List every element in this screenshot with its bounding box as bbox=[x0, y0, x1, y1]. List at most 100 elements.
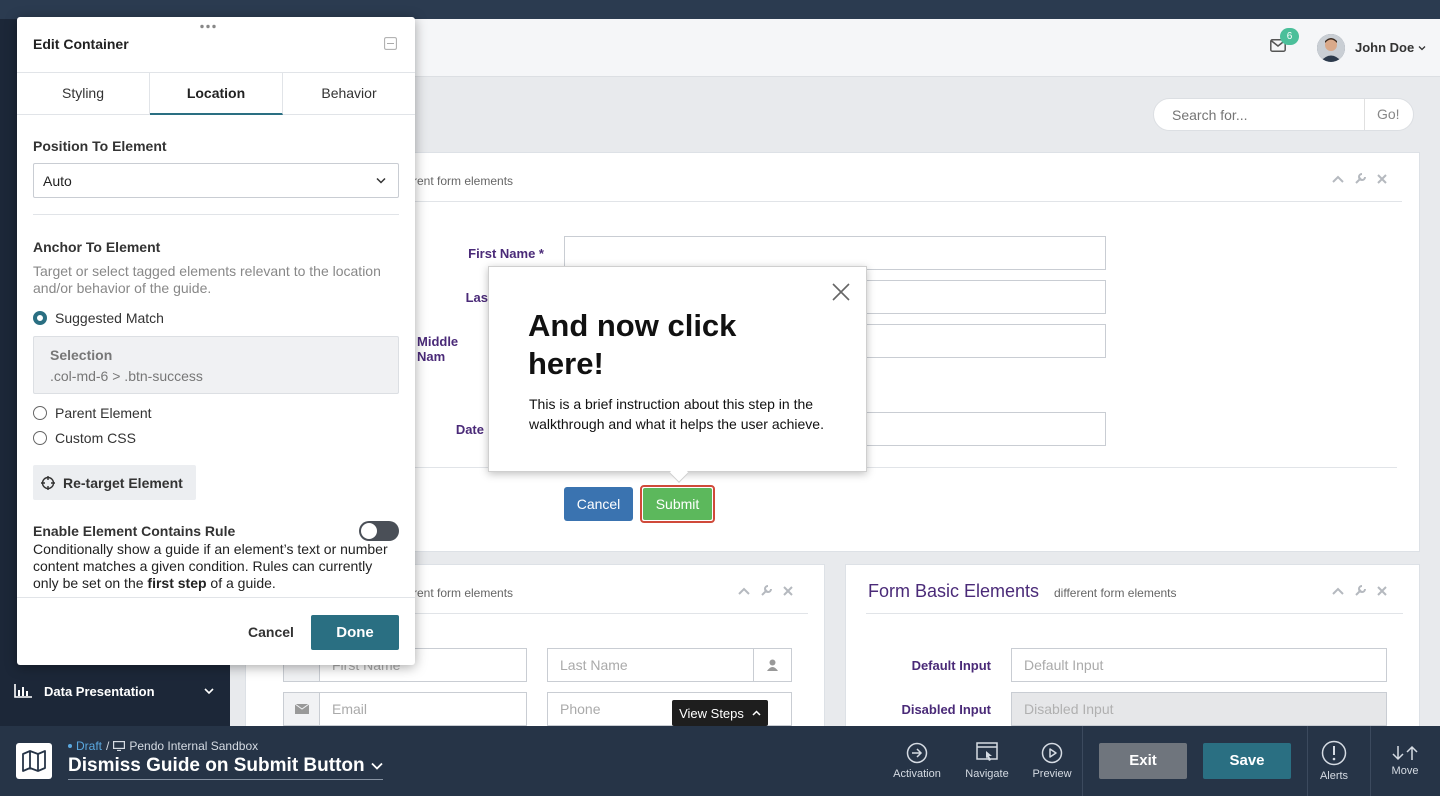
cancel-button[interactable]: Cancel bbox=[248, 624, 294, 640]
panel-tools bbox=[1332, 584, 1387, 597]
submit-button-target[interactable]: Submit bbox=[640, 485, 715, 523]
chevron-up-icon[interactable] bbox=[738, 587, 750, 595]
monitor-icon bbox=[113, 741, 126, 751]
tab-location[interactable]: Location bbox=[150, 73, 283, 115]
guide-heading: And now click here! bbox=[528, 308, 737, 381]
panel-subtitle: rent form elements bbox=[413, 174, 514, 188]
done-button[interactable]: Done bbox=[311, 615, 399, 650]
wrench-icon[interactable] bbox=[1354, 584, 1367, 597]
close-icon[interactable] bbox=[1377, 585, 1387, 596]
panel-tools bbox=[738, 584, 793, 597]
position-select[interactable]: Auto bbox=[33, 163, 399, 198]
radio-custom-css[interactable]: Custom CSS bbox=[33, 430, 136, 446]
breadcrumb-separator: / bbox=[106, 739, 110, 753]
date-input[interactable] bbox=[866, 412, 1106, 446]
activation-label: Activation bbox=[893, 768, 941, 780]
position-value: Auto bbox=[43, 172, 72, 189]
wrench-icon[interactable] bbox=[760, 584, 773, 597]
contains-rule-toggle[interactable] bbox=[359, 521, 399, 541]
contains-rule-title: Enable Element Contains Rule bbox=[33, 523, 236, 539]
guide-name-dropdown[interactable]: Dismiss Guide on Submit Button bbox=[68, 755, 383, 780]
email-placeholder: Email bbox=[332, 701, 368, 717]
anchor-title: Anchor To Element bbox=[33, 239, 161, 255]
divider bbox=[1082, 726, 1083, 796]
disabled-input: Disabled Input bbox=[1011, 692, 1387, 726]
map-icon bbox=[22, 750, 46, 772]
sidebar-item-label: Data Presentation bbox=[44, 683, 155, 699]
minimize-button[interactable] bbox=[384, 37, 397, 50]
alerts-button[interactable]: Alerts bbox=[1308, 740, 1360, 782]
chevron-down-icon bbox=[204, 687, 214, 695]
help-text-bold: first step bbox=[147, 575, 207, 591]
drag-handle-icon[interactable] bbox=[199, 24, 217, 29]
panel-title: Form Basic Elements bbox=[868, 581, 1040, 601]
chevron-up-icon bbox=[752, 710, 761, 716]
last-name-label: Las bbox=[465, 290, 488, 305]
activation-button[interactable]: Activation bbox=[890, 742, 944, 780]
radio-indicator bbox=[33, 431, 47, 445]
radio-parent-element[interactable]: Parent Element bbox=[33, 405, 152, 421]
tab-styling[interactable]: Styling bbox=[17, 73, 150, 114]
last-name-input[interactable] bbox=[866, 280, 1106, 314]
retarget-label: Re-target Element bbox=[63, 474, 183, 491]
move-button[interactable]: Move bbox=[1380, 745, 1430, 777]
divider bbox=[406, 201, 1402, 202]
selection-box: Selection .col-md-6 > .btn-success bbox=[33, 336, 399, 394]
chevron-down-icon bbox=[370, 762, 383, 770]
default-input-label: Default Input bbox=[911, 658, 991, 673]
radio-suggested-match[interactable]: Suggested Match bbox=[33, 310, 164, 326]
divider bbox=[866, 613, 1403, 614]
chevron-up-icon[interactable] bbox=[1332, 175, 1344, 183]
notification-badge: 6 bbox=[1280, 28, 1299, 45]
user-menu[interactable]: John Doe bbox=[1355, 40, 1426, 55]
guide-close-button[interactable] bbox=[832, 283, 850, 301]
bar-chart-icon bbox=[14, 684, 32, 698]
save-button[interactable]: Save bbox=[1203, 743, 1291, 779]
wrench-icon[interactable] bbox=[1354, 172, 1367, 185]
last-name-field[interactable]: Last Name bbox=[547, 648, 792, 682]
play-circle-icon bbox=[1041, 742, 1063, 764]
preview-button[interactable]: Preview bbox=[1025, 742, 1079, 780]
preview-label: Preview bbox=[1032, 768, 1072, 780]
guide-tooltip: And now click here! This is a brief inst… bbox=[488, 266, 867, 483]
middle-name-input[interactable] bbox=[866, 324, 1106, 358]
panel-title: Edit Container bbox=[33, 36, 129, 52]
search-go-button[interactable]: Go! bbox=[1364, 99, 1400, 130]
radio-indicator bbox=[33, 406, 47, 420]
guide-map-button[interactable] bbox=[16, 743, 52, 779]
toggle-knob bbox=[361, 523, 377, 539]
tab-bar: Styling Location Behavior bbox=[17, 72, 415, 115]
retarget-button[interactable]: Re-target Element bbox=[33, 465, 196, 500]
disabled-input-placeholder: Disabled Input bbox=[1024, 701, 1114, 717]
guide-name: Dismiss Guide on Submit Button bbox=[68, 755, 365, 776]
avatar[interactable] bbox=[1317, 34, 1345, 62]
view-steps-button[interactable]: View Steps bbox=[672, 700, 768, 726]
chevron-down-icon bbox=[376, 177, 386, 184]
close-icon bbox=[832, 283, 850, 301]
search-input[interactable] bbox=[1154, 106, 1364, 123]
chevron-up-icon[interactable] bbox=[1332, 587, 1344, 595]
default-input[interactable]: Default Input bbox=[1011, 648, 1387, 682]
divider bbox=[406, 613, 808, 614]
disabled-input-label: Disabled Input bbox=[901, 702, 991, 717]
tab-behavior[interactable]: Behavior bbox=[283, 73, 415, 114]
footer-divider bbox=[17, 597, 415, 598]
search-bar: Go! bbox=[1153, 98, 1414, 131]
anchor-help-text: Target or select tagged elements relevan… bbox=[33, 263, 381, 296]
first-name-input[interactable] bbox=[564, 236, 1106, 270]
cancel-button[interactable]: Cancel bbox=[564, 487, 633, 521]
app-name: Pendo Internal Sandbox bbox=[129, 739, 259, 753]
first-name-label: First Name * bbox=[468, 246, 544, 261]
divider bbox=[33, 214, 399, 215]
close-icon[interactable] bbox=[783, 585, 793, 596]
alerts-label: Alerts bbox=[1319, 770, 1349, 782]
radio-label: Suggested Match bbox=[55, 310, 164, 326]
exit-button[interactable]: Exit bbox=[1099, 743, 1187, 779]
selection-label: Selection bbox=[50, 347, 113, 363]
submit-button[interactable]: Submit bbox=[643, 488, 712, 520]
email-field[interactable]: Email bbox=[283, 692, 527, 726]
sidebar-item-data-presentation[interactable]: Data Presentation bbox=[14, 681, 214, 701]
navigate-button[interactable]: Navigate bbox=[960, 742, 1014, 780]
status-text: Draft bbox=[76, 739, 103, 753]
close-icon[interactable] bbox=[1377, 173, 1387, 184]
